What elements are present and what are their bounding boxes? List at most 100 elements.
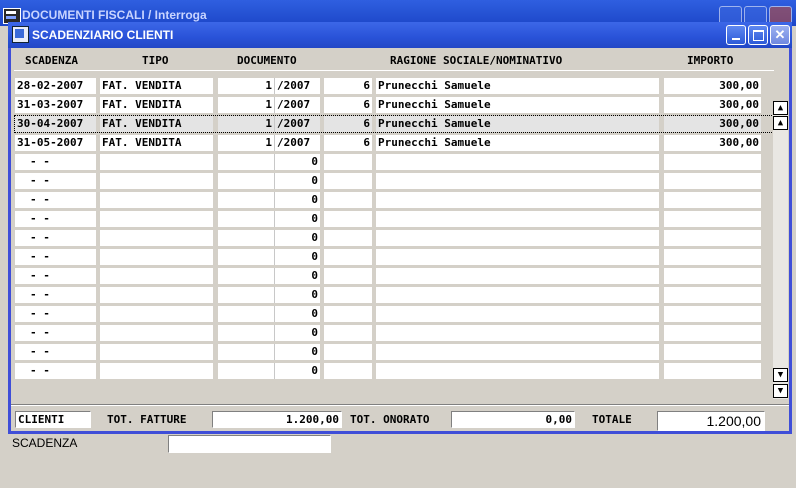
scroll-top-icon[interactable]: ▲ xyxy=(773,101,788,115)
ragione-sociale-cell[interactable]: Prunecchi Samuele xyxy=(376,135,659,151)
anno-documento-cell[interactable]: 0 xyxy=(274,211,320,227)
anno-documento-cell[interactable]: /2007 xyxy=(274,78,320,94)
scroll-bottom-icon[interactable]: ▼ xyxy=(773,384,788,398)
numero-documento-cell[interactable] xyxy=(218,230,274,246)
scadenza-cell[interactable]: - - xyxy=(15,154,96,170)
anno-documento-cell[interactable]: 0 xyxy=(274,230,320,246)
protocollo-cell[interactable] xyxy=(324,325,372,341)
scadenza-cell[interactable]: 31-05-2007 xyxy=(15,135,96,151)
scadenza-cell[interactable]: - - xyxy=(15,249,96,265)
protocollo-cell[interactable] xyxy=(324,344,372,360)
numero-documento-cell[interactable] xyxy=(218,287,274,303)
scadenza-filter-input[interactable] xyxy=(168,435,331,453)
tipo-cell[interactable] xyxy=(100,344,213,360)
protocollo-cell[interactable]: 6 xyxy=(324,97,372,113)
numero-documento-cell[interactable] xyxy=(218,249,274,265)
numero-documento-cell[interactable] xyxy=(218,173,274,189)
importo-cell[interactable] xyxy=(664,211,761,227)
numero-documento-cell[interactable] xyxy=(218,192,274,208)
tipo-cell[interactable] xyxy=(100,306,213,322)
scadenza-cell[interactable]: - - xyxy=(15,325,96,341)
ragione-sociale-cell[interactable] xyxy=(376,192,659,208)
numero-documento-cell[interactable] xyxy=(218,306,274,322)
numero-documento-cell[interactable] xyxy=(218,268,274,284)
importo-cell[interactable] xyxy=(664,192,761,208)
importo-cell[interactable]: 300,00 xyxy=(664,78,761,94)
importo-cell[interactable]: 300,00 xyxy=(664,97,761,113)
tipo-cell[interactable] xyxy=(100,268,213,284)
tipo-cell[interactable] xyxy=(100,363,213,379)
window-app-icon[interactable] xyxy=(12,26,29,43)
anno-documento-cell[interactable]: 0 xyxy=(274,287,320,303)
scadenza-cell[interactable]: - - xyxy=(15,344,96,360)
anno-documento-cell[interactable]: 0 xyxy=(274,192,320,208)
importo-cell[interactable] xyxy=(664,306,761,322)
tipo-cell[interactable]: FAT. VENDITA xyxy=(100,78,213,94)
protocollo-cell[interactable]: 6 xyxy=(324,78,372,94)
numero-documento-cell[interactable] xyxy=(218,325,274,341)
ragione-sociale-cell[interactable]: Prunecchi Samuele xyxy=(376,78,659,94)
importo-cell[interactable] xyxy=(664,173,761,189)
protocollo-cell[interactable] xyxy=(324,230,372,246)
importo-cell[interactable] xyxy=(664,249,761,265)
anno-documento-cell[interactable]: /2007 xyxy=(274,97,320,113)
ragione-sociale-cell[interactable] xyxy=(376,306,659,322)
protocollo-cell[interactable] xyxy=(324,363,372,379)
scadenza-cell[interactable]: 31-03-2007 xyxy=(15,97,96,113)
anno-documento-cell[interactable]: 0 xyxy=(274,306,320,322)
numero-documento-cell[interactable] xyxy=(218,344,274,360)
ragione-sociale-cell[interactable] xyxy=(376,173,659,189)
tipo-cell[interactable] xyxy=(100,249,213,265)
protocollo-cell[interactable] xyxy=(324,268,372,284)
client-type-field[interactable]: CLIENTI xyxy=(15,411,91,428)
numero-documento-cell[interactable] xyxy=(218,154,274,170)
anno-documento-cell[interactable]: /2007 xyxy=(274,135,320,151)
protocollo-cell[interactable] xyxy=(324,249,372,265)
importo-cell[interactable] xyxy=(664,268,761,284)
anno-documento-cell[interactable]: 0 xyxy=(274,268,320,284)
ragione-sociale-cell[interactable] xyxy=(376,325,659,341)
protocollo-cell[interactable] xyxy=(324,287,372,303)
ragione-sociale-cell[interactable] xyxy=(376,249,659,265)
tipo-cell[interactable]: FAT. VENDITA xyxy=(100,116,213,132)
anno-documento-cell[interactable]: 0 xyxy=(274,173,320,189)
numero-documento-cell[interactable] xyxy=(218,363,274,379)
tipo-cell[interactable] xyxy=(100,154,213,170)
importo-cell[interactable]: 300,00 xyxy=(664,135,761,151)
tipo-cell[interactable]: FAT. VENDITA xyxy=(100,135,213,151)
tipo-cell[interactable] xyxy=(100,173,213,189)
importo-cell[interactable] xyxy=(664,363,761,379)
numero-documento-cell[interactable] xyxy=(218,211,274,227)
dialog-title-bar[interactable]: SCADENZIARIO CLIENTI ✕ xyxy=(8,22,792,48)
close-button[interactable]: ✕ xyxy=(770,25,790,45)
ragione-sociale-cell[interactable] xyxy=(376,363,659,379)
anno-documento-cell[interactable]: 0 xyxy=(274,249,320,265)
importo-cell[interactable] xyxy=(664,154,761,170)
protocollo-cell[interactable]: 6 xyxy=(324,135,372,151)
tipo-cell[interactable] xyxy=(100,287,213,303)
numero-documento-cell[interactable]: 1 xyxy=(218,116,274,132)
ragione-sociale-cell[interactable] xyxy=(376,230,659,246)
scroll-up-icon[interactable]: ▲ xyxy=(773,116,788,130)
anno-documento-cell[interactable]: 0 xyxy=(274,154,320,170)
numero-documento-cell[interactable]: 1 xyxy=(218,135,274,151)
anno-documento-cell[interactable]: /2007 xyxy=(274,116,320,132)
protocollo-cell[interactable] xyxy=(324,306,372,322)
tipo-cell[interactable] xyxy=(100,211,213,227)
scadenza-cell[interactable]: - - xyxy=(15,363,96,379)
protocollo-cell[interactable]: 6 xyxy=(324,116,372,132)
anno-documento-cell[interactable]: 0 xyxy=(274,363,320,379)
ragione-sociale-cell[interactable] xyxy=(376,268,659,284)
protocollo-cell[interactable] xyxy=(324,192,372,208)
importo-cell[interactable] xyxy=(664,230,761,246)
ragione-sociale-cell[interactable]: Prunecchi Samuele xyxy=(376,97,659,113)
anno-documento-cell[interactable]: 0 xyxy=(274,344,320,360)
tipo-cell[interactable] xyxy=(100,230,213,246)
scadenza-cell[interactable]: - - xyxy=(15,306,96,322)
protocollo-cell[interactable] xyxy=(324,173,372,189)
scadenza-cell[interactable]: - - xyxy=(15,192,96,208)
ragione-sociale-cell[interactable] xyxy=(376,154,659,170)
scadenza-cell[interactable]: 30-04-2007 xyxy=(15,116,96,132)
tipo-cell[interactable] xyxy=(100,192,213,208)
ragione-sociale-cell[interactable] xyxy=(376,211,659,227)
